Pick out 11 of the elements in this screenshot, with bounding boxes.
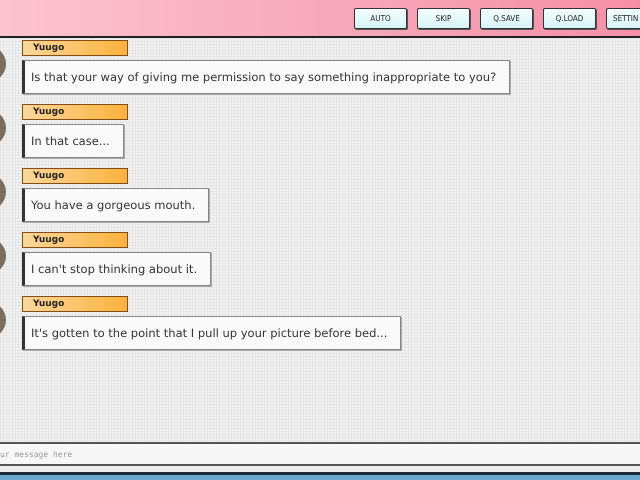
message-bubble: In that case... (22, 124, 124, 158)
speaker-name: Yuugo (22, 296, 128, 312)
message-bubble: I can't stop thinking about it. (22, 252, 212, 286)
speaker-name: Yuugo (22, 104, 128, 120)
speaker-name: Yuugo (22, 232, 128, 248)
message-bubble: It's gotten to the point that I pull up your picture before bed... (22, 316, 402, 350)
message-bubble: Is that your way of giving me permission to say something inappropriate to you? (22, 60, 510, 94)
speaker-name: Yuugo (22, 168, 128, 184)
speaker-name: Yuugo (22, 40, 128, 56)
message-bubble: You have a gorgeous mouth. (22, 188, 210, 222)
message-input[interactable]: ur message here (0, 442, 640, 466)
